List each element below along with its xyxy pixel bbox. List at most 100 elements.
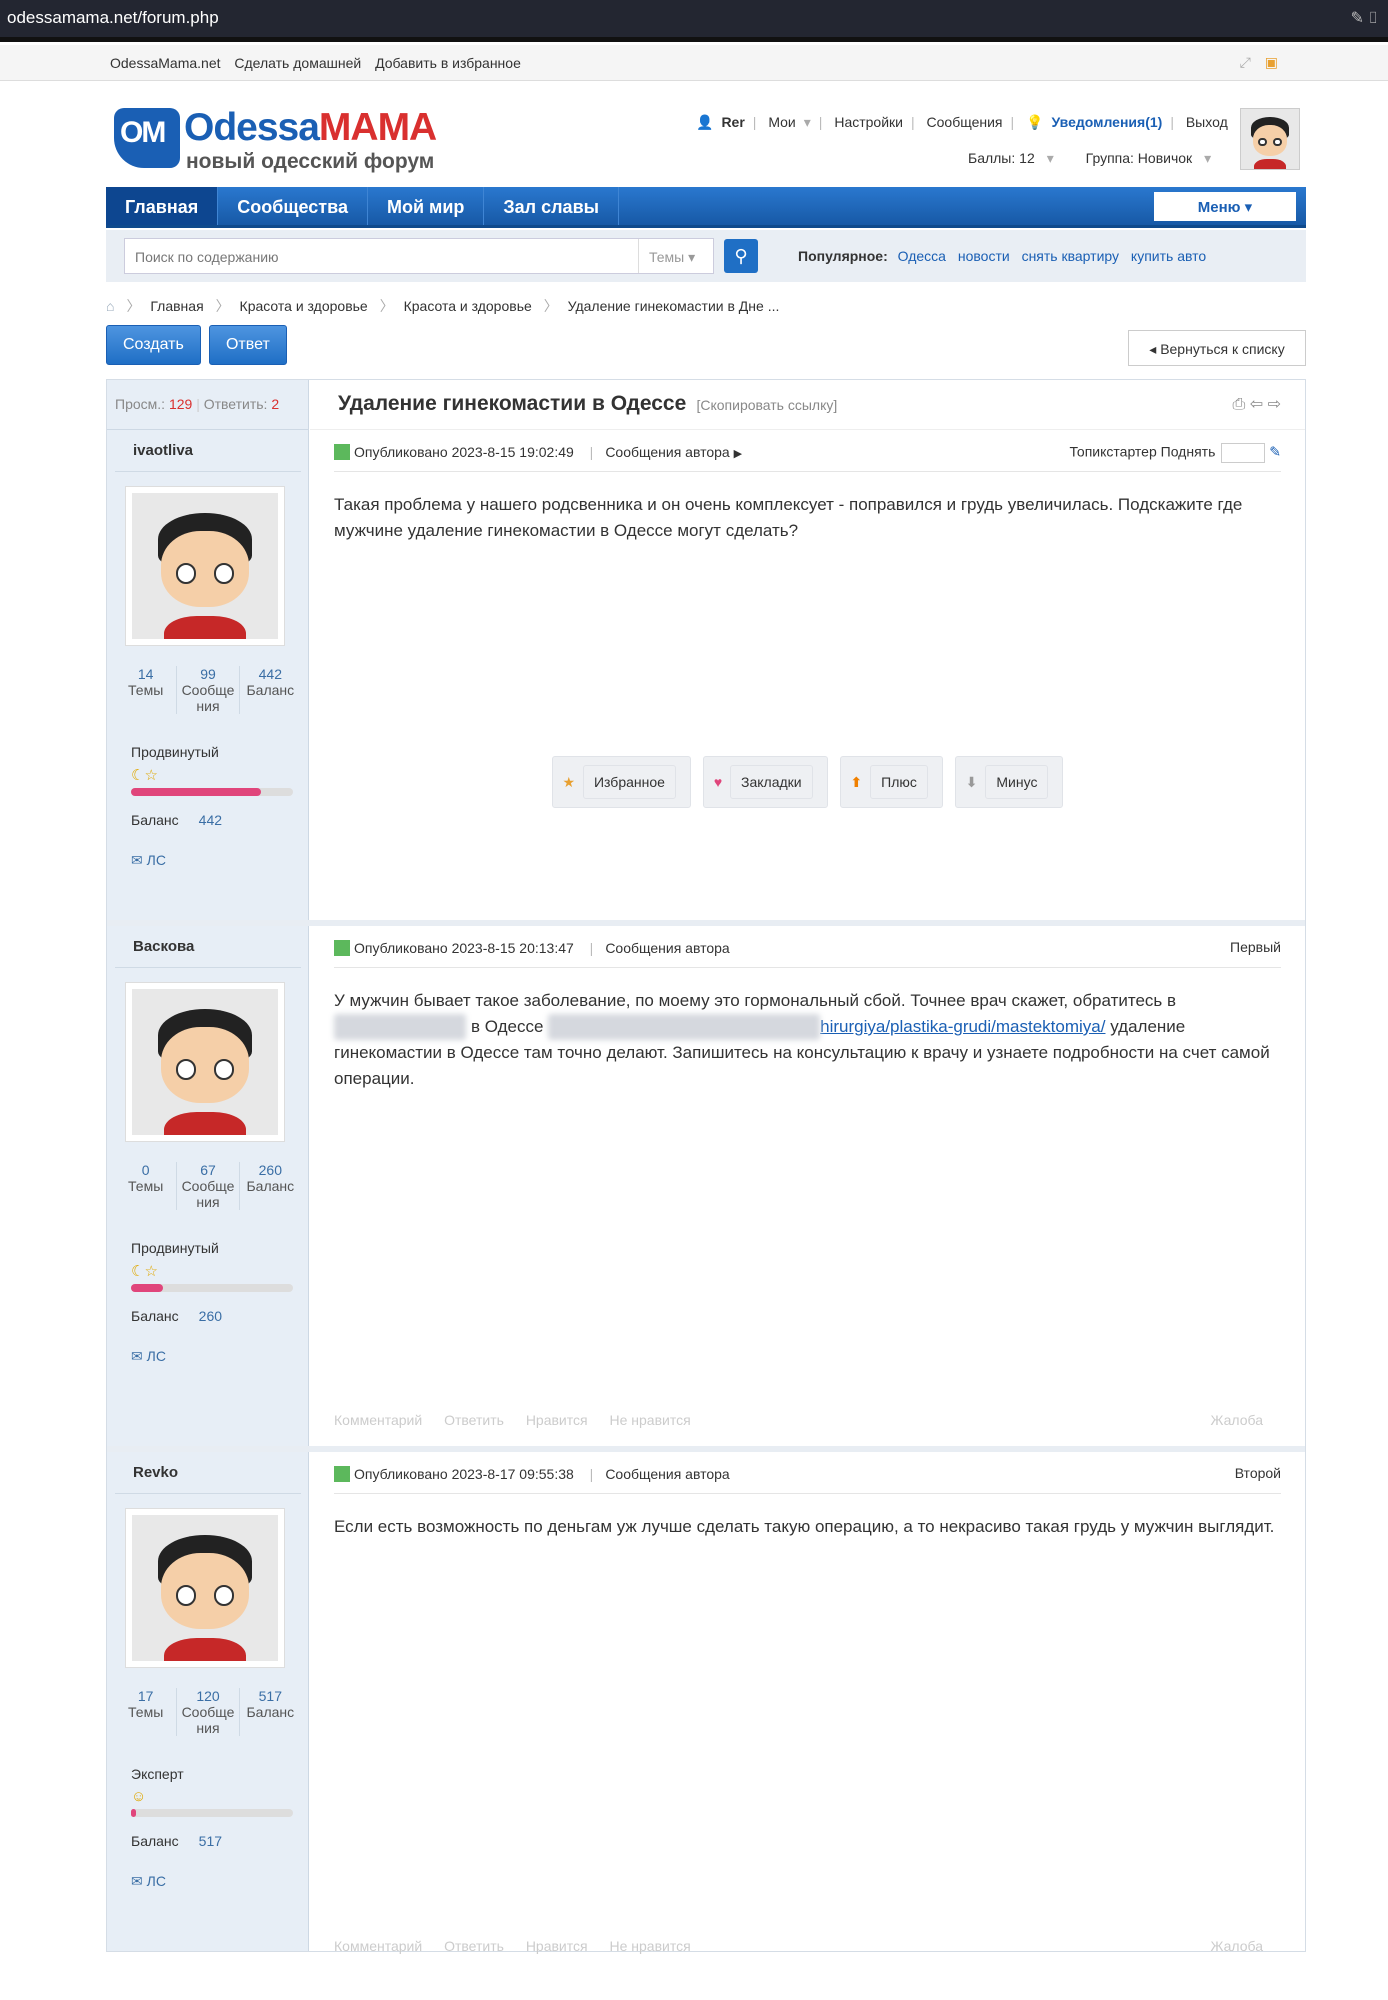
rank-progress [131, 1809, 293, 1817]
author-name[interactable]: Revko [115, 1452, 301, 1494]
favorite-button[interactable]: ★ Избранное [551, 756, 691, 808]
pm-link[interactable]: ✉ ЛС [131, 1873, 309, 1890]
site-link[interactable]: OdessaMama.net [110, 55, 221, 71]
search-scope-select[interactable]: Темы ▾ [638, 239, 713, 273]
popular-tag[interactable]: новости [958, 248, 1010, 264]
author-posts-link[interactable]: Сообщения автора [605, 1466, 729, 1482]
popular-tag[interactable]: Одесса [898, 248, 946, 264]
logout-link[interactable]: Выход [1186, 114, 1228, 130]
rank-icon: ☺ [131, 1788, 147, 1805]
pm-link[interactable]: ✉ ЛС [131, 1348, 309, 1365]
dislike-link[interactable]: Не нравится [609, 1938, 690, 1954]
post-content: Опубликовано 2023-8-15 19:02:49 | Сообщен… [310, 430, 1305, 808]
raise-label: Поднять [1160, 443, 1216, 460]
search-input[interactable]: Поиск по содержанию Темы ▾ [124, 238, 714, 274]
menu-button[interactable]: Меню ▾ [1154, 192, 1296, 221]
author-name[interactable]: Васкова [115, 926, 301, 968]
chevron-down-icon: ▾ [1244, 199, 1253, 216]
raise-input[interactable] [1221, 443, 1266, 463]
like-link[interactable]: Нравится [526, 1412, 588, 1428]
plus-button[interactable]: ⬆ Плюс [839, 756, 943, 808]
user-bar: 👤 Rer | Мои ▾ | Настройки | Сообщения | 💡 Уведо… [696, 114, 1228, 130]
mine-menu[interactable]: Мои [768, 114, 795, 130]
bulb-icon: 💡 [1026, 114, 1044, 130]
print-icon[interactable]: ⎙ [1232, 396, 1245, 413]
author-online-icon [334, 1466, 350, 1482]
back-to-list-button[interactable]: ◂ Вернуться к списку [1128, 330, 1306, 366]
bookmark-button[interactable]: ♥ Закладки [702, 756, 828, 808]
post-content: Опубликовано 2023-8-15 20:13:47 | Сообщен… [310, 926, 1305, 1446]
crumb-home[interactable]: Главная [150, 298, 203, 314]
author-rank: Эксперт [131, 1766, 184, 1782]
address-bar[interactable]: odessamama.net/forum.php ✎ ⌷ [0, 0, 1388, 42]
nav-home[interactable]: Главная [106, 187, 219, 225]
author-panel: Васкова 0 Темы 67 Сообще ния 260 Баланс Про… [107, 926, 309, 1446]
messages-link[interactable]: Сообщения [927, 114, 1003, 130]
post-text: Если есть возможность по деньгам уж лучш… [334, 1517, 1275, 1536]
author-name[interactable]: ivaotliva [115, 430, 301, 472]
post-footer: Комментарий Ответить Нравится Не нравитс… [334, 1938, 1281, 1954]
crumb-category[interactable]: Красота и здоровье [240, 298, 368, 314]
thread-tools: ⎙ ⇦ ⇨ [1232, 394, 1281, 414]
popular-tag[interactable]: снять квартиру [1022, 248, 1119, 264]
search-button[interactable]: ⚲ [724, 239, 758, 273]
post-meta: Опубликовано 2023-8-15 19:02:49 | Сообщен… [334, 430, 1281, 472]
group-menu[interactable]: Группа: Новичок [1086, 150, 1193, 166]
post-actions: ★ Избранное ♥ Закладки ⬆ Плюс ⬇ Минус [310, 756, 1305, 808]
crumb-forum[interactable]: Красота и здоровье [404, 298, 532, 314]
author-panel: Revko 17 Темы 120 Сообще ния 517 Баланс Экс… [107, 1452, 309, 1952]
create-button[interactable]: Создать [106, 325, 201, 365]
prev-icon[interactable]: ⇦ [1250, 396, 1263, 413]
report-link[interactable]: Жалоба [1211, 1938, 1263, 1954]
camera-icon[interactable]: ⌷ [1368, 10, 1378, 27]
url-text[interactable]: odessamama.net/forum.php [7, 8, 219, 27]
minus-button[interactable]: ⬇ Минус [954, 756, 1064, 808]
make-home-link[interactable]: Сделать домашней [234, 55, 361, 71]
logo-name: OdessaMAMA [184, 106, 437, 149]
add-favorite-link[interactable]: Добавить в избранное [375, 55, 521, 71]
mail-icon: ✉ [131, 852, 143, 868]
fullscreen-icon[interactable]: ⤢ [1240, 54, 1251, 70]
next-icon[interactable]: ⇨ [1268, 396, 1281, 413]
username-link[interactable]: Rer [721, 114, 744, 130]
search-bar: Поиск по содержанию Темы ▾ ⚲ Популярное:… [106, 230, 1306, 282]
post-position: Первый [1230, 939, 1281, 955]
clinic-link[interactable]: hirurgiya/plastika-grudi/mastektomiya/ [820, 1017, 1105, 1036]
author-posts-link[interactable]: Сообщения автора [605, 940, 729, 956]
edit-icon[interactable]: ✎ [1351, 10, 1364, 27]
nav-my-world[interactable]: Мой мир [368, 187, 485, 225]
nav-hall-of-fame[interactable]: Зал славы [484, 187, 620, 225]
like-link[interactable]: Нравится [526, 1938, 588, 1954]
post-content: Опубликовано 2023-8-17 09:55:38 | Сообщен… [310, 1452, 1305, 1954]
avatar[interactable] [125, 1508, 285, 1668]
wrench-icon[interactable]: ✎ [1269, 444, 1281, 460]
settings-link[interactable]: Настройки [834, 114, 903, 130]
dislike-link[interactable]: Не нравится [609, 1412, 690, 1428]
report-link[interactable]: Жалоба [1211, 1412, 1263, 1428]
nav-communities[interactable]: Сообщества [218, 187, 368, 225]
points-menu[interactable]: Баллы: 12 [968, 150, 1035, 166]
logo-tagline: новый одесский форум [186, 150, 435, 173]
notifications-link[interactable]: Уведомления(1) [1051, 114, 1162, 130]
reply-link[interactable]: Ответить [444, 1938, 504, 1954]
reply-button[interactable]: Ответ [208, 325, 287, 365]
comment-link[interactable]: Комментарий [334, 1938, 422, 1954]
author-balance: Баланс 442 [131, 812, 223, 828]
avatar[interactable] [125, 486, 285, 646]
site-logo[interactable]: OM OdessaMAMA новый одесский форум [114, 106, 444, 176]
popular-tag[interactable]: купить авто [1131, 248, 1206, 264]
home-icon[interactable]: ⌂ [106, 298, 114, 314]
copy-link[interactable]: [Скопировать ссылку] [696, 397, 837, 413]
search-icon: ⚲ [734, 246, 748, 266]
replies-count: 2 [271, 396, 280, 412]
post-text: Такая проблема у нашего родсвенника и он… [334, 495, 1243, 540]
reply-link[interactable]: Ответить [444, 1412, 504, 1428]
comment-link[interactable]: Комментарий [334, 1412, 422, 1428]
color-icon[interactable]: ▣ [1265, 54, 1278, 70]
author-posts-link[interactable]: Сообщения автора [605, 444, 729, 460]
user-avatar[interactable] [1240, 108, 1300, 170]
avatar[interactable] [125, 982, 285, 1142]
pm-link[interactable]: ✉ ЛС [131, 852, 309, 869]
thread-title: Удаление гинекомастии в Одессе [338, 392, 687, 415]
author-panel: ivaotliva 14 Темы 99 Сообще ния 442 Баланс … [107, 430, 309, 868]
